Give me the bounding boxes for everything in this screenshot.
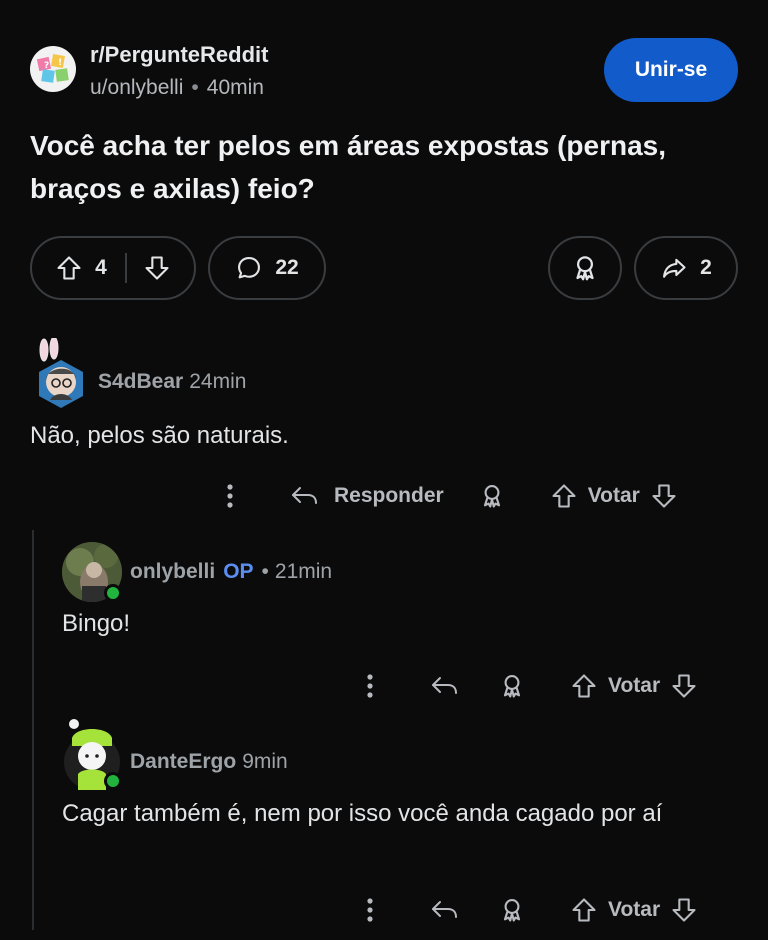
thread-line[interactable] (32, 530, 34, 930)
upvote-icon[interactable] (550, 482, 578, 510)
downvote-icon[interactable] (143, 254, 171, 282)
comment-actions: Votar (366, 666, 698, 706)
comment-body: Cagar também é, nem por isso você anda c… (62, 800, 663, 827)
comment-time: 9min (242, 750, 288, 773)
share-count: 2 (700, 256, 712, 279)
vote-divider (124, 253, 127, 283)
post-header: ? ! r/PergunteReddit u/onlybelli • 40min U… (30, 36, 738, 106)
share-button[interactable]: 2 (634, 236, 738, 300)
upvote-icon[interactable] (55, 254, 83, 282)
meta-separator: • (261, 560, 269, 583)
online-indicator (104, 772, 122, 790)
reply-icon (292, 487, 317, 504)
comment-author[interactable]: DanteErgo (130, 750, 236, 773)
share-icon (660, 254, 688, 282)
comment-body: Não, pelos são naturais. (30, 422, 289, 449)
upvote-icon[interactable] (570, 896, 598, 924)
post-author[interactable]: u/onlybelli (90, 76, 183, 99)
subreddit-name[interactable]: r/PergunteReddit (90, 42, 268, 68)
downvote-icon[interactable] (670, 896, 698, 924)
comment-avatar[interactable] (34, 338, 88, 408)
comment-actions: Votar (366, 890, 698, 930)
vote-label: Votar (608, 898, 661, 921)
comment-icon (235, 254, 263, 282)
comment-actions: Responder Votar (226, 476, 678, 516)
post-time: 40min (206, 76, 264, 99)
award-icon[interactable] (478, 481, 506, 511)
reply-label: Responder (334, 484, 444, 507)
meta-separator: • (191, 76, 199, 99)
post-page: ? ! r/PergunteReddit u/onlybelli • 40min U… (0, 0, 768, 940)
svg-text:?: ? (44, 61, 49, 71)
upvote-icon[interactable] (570, 672, 598, 700)
post-meta: u/onlybelli • 40min (90, 76, 264, 100)
svg-text:!: ! (58, 58, 62, 68)
more-icon[interactable] (226, 483, 234, 509)
award-icon[interactable] (498, 671, 526, 701)
comment-author[interactable]: S4dBear (98, 370, 183, 393)
more-icon[interactable] (366, 897, 374, 923)
award-icon[interactable] (498, 895, 526, 925)
vote-label: Votar (608, 674, 661, 697)
comment-author[interactable]: onlybelli (130, 560, 215, 583)
comment-body: Bingo! (62, 610, 131, 637)
downvote-icon[interactable] (650, 482, 678, 510)
award-button[interactable] (548, 236, 622, 300)
comment-count: 22 (275, 256, 299, 279)
comment-header: onlybelli OP • 21min (130, 560, 332, 584)
subreddit-avatar[interactable]: ? ! (30, 46, 76, 92)
vote-control: 4 (30, 236, 196, 300)
reply-icon[interactable] (430, 673, 460, 699)
comment-time: 21min (274, 560, 333, 583)
op-badge: OP (223, 560, 254, 583)
reply-button[interactable]: Responder (290, 483, 444, 509)
vote-label: Votar (587, 484, 640, 507)
downvote-icon[interactable] (670, 672, 698, 700)
more-icon[interactable] (366, 673, 374, 699)
comment-header: DanteErgo 9min (130, 750, 288, 774)
comment-header: S4dBear 24min (98, 370, 246, 394)
award-icon (570, 253, 600, 283)
post-title: Você acha ter pelos em áreas expostas (p… (30, 130, 667, 204)
join-button[interactable]: Unir-se (604, 38, 738, 102)
upvote-count: 4 (95, 256, 107, 279)
reply-icon[interactable] (430, 897, 460, 923)
comment-time: 24min (189, 370, 247, 393)
comments-button[interactable]: 22 (208, 236, 326, 300)
online-indicator (104, 584, 122, 602)
